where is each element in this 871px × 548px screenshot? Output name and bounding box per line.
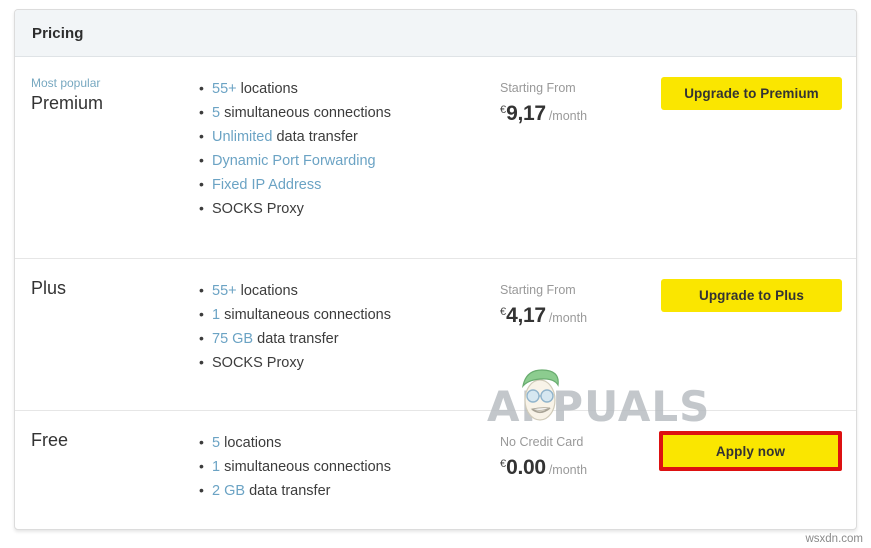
plan-row-plus: Plus55+ locations1 simultaneous connecti…: [15, 259, 856, 411]
feature-link[interactable]: Dynamic Port Forwarding: [212, 153, 376, 169]
plan-features-column: 55+ locations1 simultaneous connections7…: [190, 277, 500, 375]
feature-text: locations: [220, 435, 282, 451]
feature-item[interactable]: Dynamic Port Forwarding: [199, 148, 500, 173]
feature-text: data transfer: [253, 331, 339, 347]
feature-link[interactable]: 5: [212, 105, 220, 121]
price-line: €0.00/month: [500, 452, 640, 482]
feature-list: 55+ locations5 simultaneous connectionsU…: [190, 76, 500, 221]
plan-price-column: No Credit Card €0.00/month: [500, 429, 640, 482]
feature-item[interactable]: 5 simultaneous connections: [199, 100, 500, 125]
feature-text: SOCKS Proxy: [212, 201, 304, 217]
pricing-card: Pricing Most popular Premium 55+ locations…: [14, 9, 857, 530]
feature-item[interactable]: 1 simultaneous connections: [199, 302, 500, 327]
feature-text: simultaneous connections: [220, 307, 391, 323]
feature-item[interactable]: 5 locations: [199, 430, 500, 455]
feature-link[interactable]: 75 GB: [212, 331, 253, 347]
plan-title: Plus: [31, 278, 67, 298]
price-period: /month: [548, 109, 588, 123]
plan-action-column: Apply now: [640, 429, 856, 471]
feature-text: data transfer: [245, 483, 331, 499]
feature-link[interactable]: 2 GB: [212, 483, 245, 499]
feature-link[interactable]: 5: [212, 435, 220, 451]
feature-text: locations: [236, 81, 298, 97]
plan-row-free: Free5 locations1 simultaneous connection…: [15, 411, 856, 529]
plan-price-column: Starting From €4,17/month: [500, 277, 640, 330]
card-header: Pricing: [15, 10, 856, 57]
feature-link[interactable]: 1: [212, 307, 220, 323]
feature-item[interactable]: 75 GB data transfer: [199, 326, 500, 351]
plan-price-column: Starting From €9,17/month: [500, 75, 640, 128]
feature-text: simultaneous connections: [220, 105, 391, 121]
plan-cta-button[interactable]: Upgrade to Premium: [661, 77, 842, 110]
plan-name-column: Most popular Premium: [15, 75, 190, 115]
plans-container: Most popularPremium55+ locations5 simult…: [15, 57, 856, 529]
feature-item[interactable]: 55+ locations: [199, 76, 500, 101]
most-popular-badge: Most popular: [31, 76, 101, 90]
plan-action-column: Upgrade to Premium: [640, 75, 856, 110]
page-title: Pricing: [32, 24, 84, 42]
plan-cta-button[interactable]: Upgrade to Plus: [661, 279, 842, 312]
feature-item[interactable]: 2 GB data transfer: [199, 478, 500, 503]
price-line: €4,17/month: [500, 300, 640, 330]
price-caption: Starting From: [500, 81, 576, 95]
price-caption: No Credit Card: [500, 435, 584, 449]
feature-list: 55+ locations1 simultaneous connections7…: [190, 278, 500, 375]
feature-item[interactable]: Fixed IP Address: [199, 172, 500, 197]
plan-cta-button[interactable]: Apply now: [664, 436, 837, 466]
price-period: /month: [548, 311, 588, 325]
feature-item[interactable]: Unlimited data transfer: [199, 124, 500, 149]
plan-title: Free: [31, 430, 69, 450]
plan-name-column: Plus: [15, 277, 190, 300]
feature-text: SOCKS Proxy: [212, 355, 304, 371]
plan-features-column: 55+ locations5 simultaneous connectionsU…: [190, 75, 500, 221]
site-watermark: wsxdn.com: [805, 533, 863, 545]
price-amount: 0.00: [506, 456, 546, 479]
feature-text: simultaneous connections: [220, 459, 391, 475]
feature-text: data transfer: [272, 129, 358, 145]
feature-list: 5 locations1 simultaneous connections2 G…: [190, 430, 500, 503]
plan-features-column: 5 locations1 simultaneous connections2 G…: [190, 429, 500, 503]
plan-action-column: Upgrade to Plus: [640, 277, 856, 312]
price-amount: 4,17: [506, 304, 546, 327]
plan-title: Premium: [31, 93, 104, 113]
feature-item: SOCKS Proxy: [199, 196, 500, 221]
feature-link[interactable]: Unlimited: [212, 129, 272, 145]
feature-item: SOCKS Proxy: [199, 350, 500, 375]
price-period: /month: [548, 463, 588, 477]
feature-text: locations: [236, 283, 298, 299]
price-amount: 9,17: [506, 102, 546, 125]
feature-link[interactable]: 55+: [212, 81, 237, 97]
plan-name-column: Free: [15, 429, 190, 452]
price-line: €9,17/month: [500, 98, 640, 128]
feature-link[interactable]: 55+: [212, 283, 237, 299]
feature-item[interactable]: 1 simultaneous connections: [199, 454, 500, 479]
feature-link[interactable]: 1: [212, 459, 220, 475]
price-caption: Starting From: [500, 283, 576, 297]
feature-link[interactable]: Fixed IP Address: [212, 177, 321, 193]
cta-highlight-annotation: Apply now: [659, 431, 842, 471]
feature-item[interactable]: 55+ locations: [199, 278, 500, 303]
plan-row-premium: Most popularPremium55+ locations5 simult…: [15, 57, 856, 259]
